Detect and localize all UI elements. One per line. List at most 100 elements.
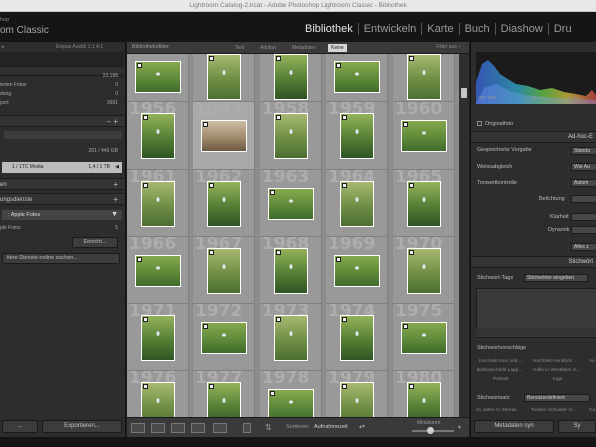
grid-cell[interactable]: 1976: [127, 371, 189, 417]
sync-button[interactable]: Sy: [558, 420, 596, 433]
grid-cell[interactable]: 1972: [193, 304, 255, 371]
grid-cell[interactable]: 1977: [193, 371, 255, 417]
grid-cell[interactable]: 1970: [393, 237, 455, 304]
chevron-down-icon[interactable]: ▴▾: [359, 423, 365, 430]
photo-thumbnail[interactable]: [407, 248, 441, 294]
survey-view-icon[interactable]: [191, 423, 205, 433]
keyword-suggestion[interactable]: Hochzeit Ines und ...: [479, 359, 523, 364]
keyword-suggestion[interactable]: Au: [589, 359, 595, 364]
photo-thumbnail[interactable]: [401, 322, 447, 354]
grid-cell[interactable]: 1971: [127, 304, 189, 371]
publish-apple-fotos[interactable]: : Apple Fotos ▼: [2, 210, 122, 220]
compare-view-icon[interactable]: [171, 423, 185, 433]
folder-volume-tc[interactable]: 1 / 1TC Media 1,4 / 1 TB ◀: [2, 162, 122, 173]
photo-thumbnail[interactable]: [135, 255, 181, 287]
photo-thumbnail[interactable]: [340, 113, 374, 159]
plus-icon[interactable]: +: [113, 179, 118, 191]
keyword-set-dropdown[interactable]: Benutzerdefiniert: [524, 394, 590, 402]
module-slideshow[interactable]: Diashow: [494, 23, 548, 35]
grid-cell[interactable]: 1960: [393, 102, 455, 170]
photo-thumbnail[interactable]: [274, 248, 308, 294]
grid-cell[interactable]: 1975: [393, 304, 455, 371]
photo-thumbnail[interactable]: [207, 181, 241, 227]
grid-cell[interactable]: 1961: [127, 170, 189, 237]
grid-cell[interactable]: 1965: [393, 170, 455, 237]
grid-cell[interactable]: 1978: [260, 371, 322, 417]
grid-cell[interactable]: 1959: [326, 102, 388, 170]
grid-cell[interactable]: 1974: [326, 304, 388, 371]
photo-thumbnail[interactable]: [135, 61, 181, 93]
loupe-view-icon[interactable]: [151, 423, 165, 433]
grid-cell[interactable]: 1969: [326, 237, 388, 304]
photo-grid[interactable]: 1956 1957 1958 1959 1960 1961 1962 1963 1964 1965…: [127, 54, 459, 417]
vibrance-buttons[interactable]: [571, 226, 596, 234]
grid-cell[interactable]: 1958: [260, 102, 322, 170]
module-develop[interactable]: Entwickeln: [357, 23, 422, 35]
catalog-row-previous-import[interactable]: dung 0: [0, 90, 124, 99]
filter-tab-metadata[interactable]: Metadaten: [289, 44, 319, 52]
grid-cell[interactable]: 1980: [393, 371, 455, 417]
import-button[interactable]: ...: [2, 420, 38, 433]
grid-cell[interactable]: 1964: [326, 170, 388, 237]
sort-dropdown[interactable]: Aufnahmezeit: [314, 424, 348, 430]
photo-thumbnail[interactable]: [201, 322, 247, 354]
grid-cell[interactable]: 1963: [260, 170, 322, 237]
photo-thumbnail[interactable]: [340, 181, 374, 227]
grid-cell[interactable]: 1979: [326, 371, 388, 417]
module-library[interactable]: Bibliothek: [305, 23, 358, 35]
keyword-suggestion[interactable]: Inge: [553, 377, 562, 382]
module-book[interactable]: Buch: [458, 23, 495, 35]
catalog-row-quick[interactable]: ierten Fotos 0: [0, 81, 124, 90]
collapse-icon[interactable]: ◂: [1, 42, 4, 52]
photo-thumbnail[interactable]: [268, 188, 314, 220]
grid-cell[interactable]: 1968: [260, 237, 322, 304]
keyword-suggestion[interactable]: Portrait: [493, 377, 508, 382]
catalog-row-export[interactable]: port 3691: [0, 99, 124, 108]
photo-thumbnail[interactable]: [340, 382, 374, 417]
keywording-header[interactable]: Stichwört: [471, 256, 596, 268]
grid-scrollbar[interactable]: [459, 54, 469, 417]
original-photo-toggle[interactable]: Originalfoto: [477, 121, 513, 127]
clarity-buttons[interactable]: [571, 213, 596, 221]
grid-cell[interactable]: [193, 54, 255, 102]
photo-thumbnail[interactable]: [141, 382, 175, 417]
photo-thumbnail[interactable]: [274, 54, 308, 100]
keyword-set-item[interactable]: Torsten Schuster Ar...: [531, 408, 577, 413]
grid-cell[interactable]: [260, 54, 322, 102]
photo-thumbnail[interactable]: [141, 315, 175, 361]
quick-develop-header[interactable]: Ad-hoc-E: [471, 131, 596, 143]
plus-icon[interactable]: +: [113, 194, 118, 206]
people-view-icon[interactable]: [213, 423, 227, 433]
photo-thumbnail[interactable]: [207, 382, 241, 417]
grid-cell[interactable]: 1962: [193, 170, 255, 237]
toolbar-menu-icon[interactable]: ▾: [458, 424, 461, 431]
filter-tab-text[interactable]: Text: [232, 44, 247, 52]
painter-icon[interactable]: [243, 423, 251, 433]
grid-cell[interactable]: [326, 54, 388, 102]
grid-cell[interactable]: 1973: [260, 304, 322, 371]
filter-preset-dropdown[interactable]: Filter aus –: [436, 44, 461, 50]
keyword-suggestion[interactable]: Barbara Diehl Lapp...: [477, 368, 522, 373]
grid-cell[interactable]: 1956: [127, 102, 189, 170]
photo-thumbnail[interactable]: [141, 113, 175, 159]
exposure-buttons[interactable]: [571, 195, 596, 203]
filter-tab-attribute[interactable]: Attribut: [257, 44, 279, 52]
module-map[interactable]: Karte: [421, 23, 458, 35]
photo-thumbnail[interactable]: [401, 120, 447, 152]
auto-tone-button[interactable]: Autom: [571, 179, 596, 187]
slider-knob[interactable]: [427, 427, 434, 434]
photo-thumbnail[interactable]: [141, 181, 175, 227]
scrollbar-thumb[interactable]: [461, 88, 467, 98]
photo-thumbnail[interactable]: [407, 181, 441, 227]
publish-apple-subfolder[interactable]: ple Fotos 5: [0, 224, 124, 233]
photo-thumbnail[interactable]: [274, 315, 308, 361]
filter-tab-none[interactable]: Keine: [328, 44, 347, 52]
catalog-row-all[interactable]: 23.198: [0, 72, 124, 81]
folders-header[interactable]: – +: [0, 115, 124, 127]
grid-cell[interactable]: 1967: [193, 237, 255, 304]
photo-thumbnail[interactable]: [334, 61, 380, 93]
keyword-tags-dropdown[interactable]: Stichwörter eingeben: [524, 274, 588, 282]
photo-thumbnail[interactable]: [201, 120, 247, 152]
collections-header[interactable]: en +: [0, 178, 124, 190]
grid-cell[interactable]: [393, 54, 455, 102]
